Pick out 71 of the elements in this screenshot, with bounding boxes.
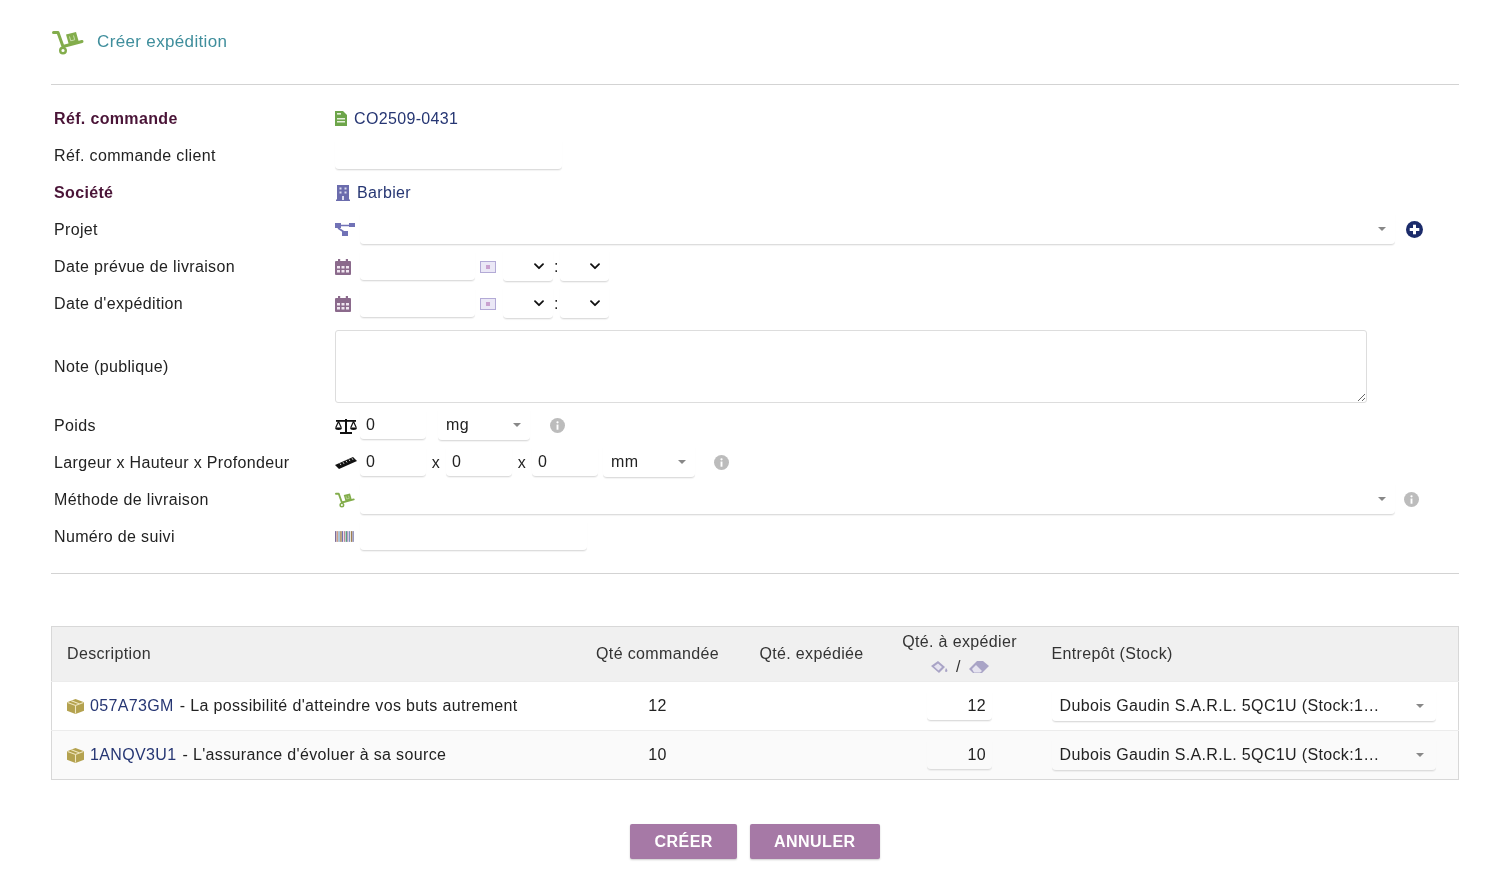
- field-label: Date prévue de livraison: [53, 256, 236, 277]
- dimension-input[interactable]: 0: [446, 448, 512, 477]
- warehouse-select[interactable]: Dubois Gaudin S.A.R.L. 5QC1U (Stock:1…: [1051, 690, 1436, 722]
- dimension-input[interactable]: 0: [360, 448, 426, 477]
- info-icon: [714, 455, 729, 470]
- box-icon: [67, 698, 84, 714]
- ordered-qty: 12: [648, 697, 667, 714]
- eraser-icon[interactable]: [968, 660, 989, 673]
- field-label: Société: [53, 182, 115, 203]
- caret-icon: [1378, 497, 1386, 501]
- barcode-icon: [335, 531, 354, 542]
- company-link[interactable]: Barbier: [357, 180, 412, 205]
- column-header: Entrepôt (Stock): [1036, 626, 1459, 682]
- date-picker-icon[interactable]: [480, 260, 496, 273]
- field-label: Projet: [53, 219, 99, 240]
- document-icon: [335, 111, 347, 126]
- create-button[interactable]: CRÉER: [630, 824, 737, 859]
- field-label: Réf. commande: [53, 108, 179, 129]
- field-label: Poids: [53, 415, 97, 436]
- cancel-button[interactable]: ANNULER: [749, 824, 880, 859]
- caret-icon: [1416, 703, 1424, 708]
- hand-truck-icon: [335, 491, 355, 508]
- caret-icon: [1416, 752, 1424, 757]
- column-header: Description: [51, 626, 575, 682]
- calendar-icon: [335, 258, 351, 275]
- building-icon: [336, 184, 350, 201]
- add-circle-icon[interactable]: [1406, 221, 1423, 238]
- caret-icon: [678, 460, 686, 464]
- hand-truck-icon: [52, 29, 84, 55]
- page-title: Créer expédition: [97, 31, 228, 54]
- product-label: - L'assurance d'évoluer à sa source: [182, 745, 447, 765]
- info-icon: [550, 418, 565, 433]
- chevron-down-icon: [534, 299, 544, 307]
- dimension-input[interactable]: 0: [532, 448, 598, 477]
- field-label: Méthode de livraison: [53, 489, 210, 510]
- column-header: Qté. à expédier: [901, 631, 1018, 652]
- unit-select[interactable]: mg: [438, 410, 530, 441]
- field-label: Réf. commande client: [53, 145, 217, 166]
- field-label: Largeur x Hauteur x Profondeur: [53, 452, 291, 473]
- info-icon: [1404, 492, 1419, 507]
- product-ref-link[interactable]: 057A73GM: [90, 694, 174, 718]
- product-ref-link[interactable]: 1ANQV3U1: [90, 743, 177, 767]
- field-label: Numéro de suivi: [53, 526, 176, 547]
- caret-icon: [513, 423, 521, 427]
- balance-scale-icon: [335, 417, 357, 434]
- sitemap-icon: [335, 223, 355, 236]
- column-header: Qté. expédiée: [740, 626, 883, 682]
- ordered-qty: 10: [648, 746, 667, 763]
- caret-icon: [1378, 227, 1386, 231]
- ruler-icon: [335, 456, 357, 469]
- qty-input[interactable]: 12: [927, 691, 992, 721]
- chevron-down-icon: [589, 299, 600, 307]
- box-icon: [67, 747, 84, 763]
- order-ref-link[interactable]: CO2509-0431: [354, 106, 459, 131]
- chevron-down-icon: [589, 262, 600, 270]
- column-header: Qté commandée: [574, 626, 741, 682]
- field-label: Date d'expédition: [53, 293, 185, 314]
- dimension-separator: x: [430, 452, 442, 473]
- date-picker-icon[interactable]: [480, 297, 496, 310]
- time-separator: :: [553, 293, 560, 314]
- header-separator: /: [956, 656, 961, 677]
- calendar-icon: [335, 295, 351, 312]
- product-label: - La possibilité d'atteindre vos buts autrement: [179, 696, 518, 716]
- unit-select[interactable]: mm: [603, 447, 695, 478]
- weight-input[interactable]: 0: [360, 411, 426, 440]
- chevron-down-icon: [534, 262, 544, 270]
- field-label: Note (publique): [53, 356, 170, 377]
- time-separator: :: [553, 256, 560, 277]
- dimension-separator: x: [516, 452, 528, 473]
- note-textarea[interactable]: [335, 330, 1367, 403]
- paint-bucket-icon[interactable]: [930, 659, 949, 674]
